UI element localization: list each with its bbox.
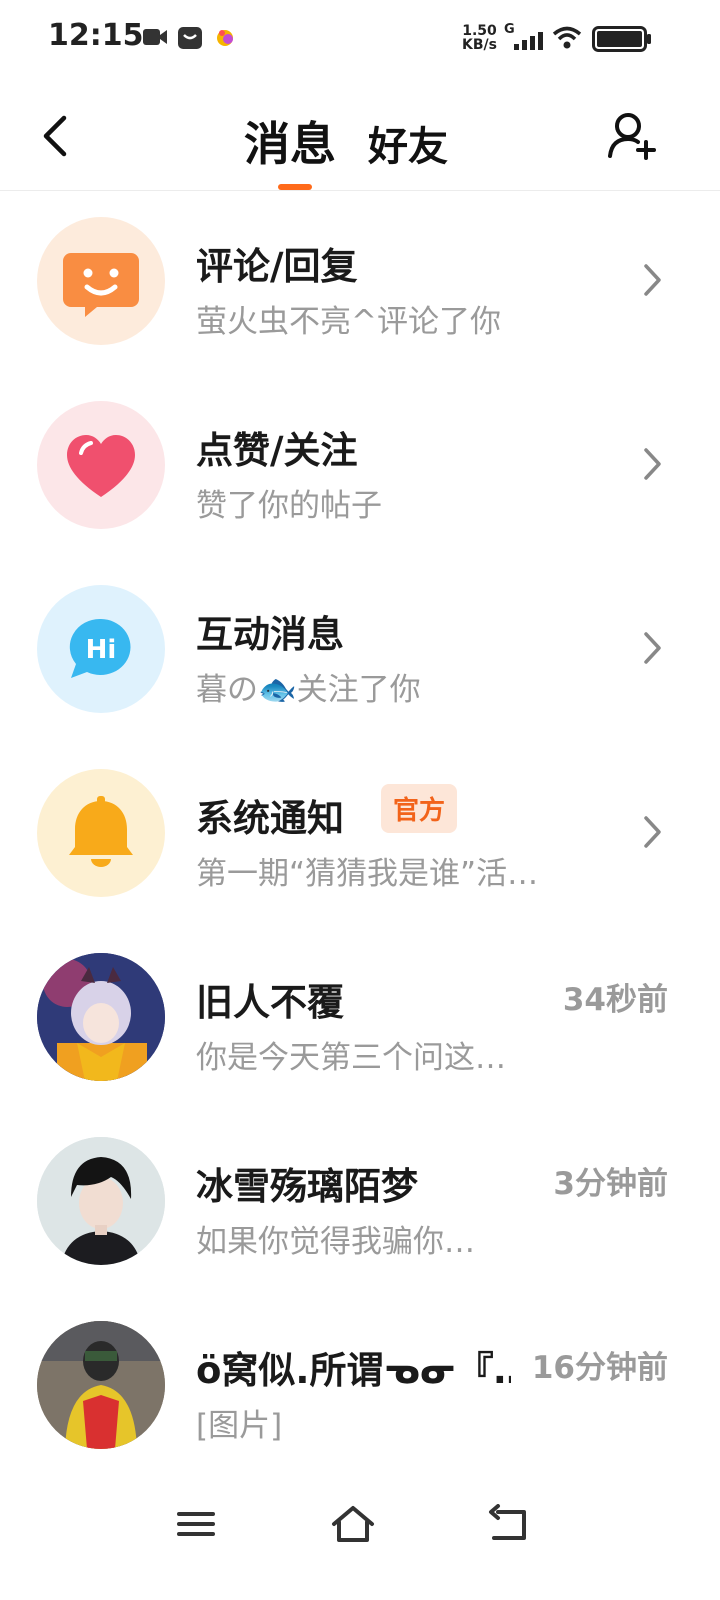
add-user-icon: [608, 113, 656, 160]
avatar[interactable]: [37, 1137, 165, 1265]
item-title: 互动消息: [196, 613, 344, 656]
notification-app-icon: [177, 26, 203, 54]
chevron-right-icon: [643, 630, 663, 670]
hi-bubble-icon: Hi: [69, 618, 131, 678]
menu-icon[interactable]: [176, 1504, 216, 1548]
comment-avatar: [37, 217, 165, 345]
comment-smile-icon: [63, 253, 139, 317]
item-subtitle: 赞了你的帖子: [196, 488, 382, 524]
back-icon[interactable]: [488, 1504, 532, 1548]
status-time: 12:15: [48, 18, 144, 53]
message-time: 3分钟前: [553, 1166, 668, 1202]
chevron-right-icon: [643, 814, 663, 854]
battery-icon: [592, 26, 652, 56]
item-title: 系统通知: [196, 797, 344, 840]
conversation-item[interactable]: ö窝似.所谓ᓀᓂ『… 16分钟前 [图片]: [0, 1294, 720, 1478]
item-subtitle: 第一期“猜猜我是谁”活…: [196, 856, 539, 892]
wifi-icon: [552, 26, 582, 54]
message-time: 16分钟前: [531, 1350, 668, 1386]
back-button[interactable]: [40, 114, 70, 162]
item-title: 评论/回复: [196, 245, 358, 288]
item-subtitle: 暮の🐟关注了你: [196, 672, 421, 708]
item-subtitle: 萤火虫不亮^评论了你: [196, 304, 501, 340]
net-speed: 1.50 KB/s: [462, 23, 497, 53]
contact-name: ö窝似.所谓ᓀᓂ『…: [196, 1349, 511, 1392]
status-bar: 12:15 1.50 KB/s G: [0, 0, 720, 80]
signal-icon: [514, 32, 544, 54]
contact-name: 旧人不覆: [196, 981, 344, 1024]
list-item-likes[interactable]: 点赞/关注 赞了你的帖子: [0, 374, 720, 558]
system-avatar: [37, 769, 165, 897]
app-icon: [214, 26, 236, 52]
tab-messages[interactable]: 消息: [244, 108, 336, 174]
message-time: 34秒前: [562, 982, 668, 1018]
message-preview: 如果你觉得我骗你…: [196, 1224, 475, 1260]
conversation-item[interactable]: 旧人不覆 34秒前 你是今天第三个问这…: [0, 926, 720, 1110]
likes-avatar: [37, 401, 165, 529]
avatar[interactable]: [37, 1321, 165, 1449]
list-item-system-notice[interactable]: 系统通知 官方 第一期“猜猜我是谁”活…: [0, 742, 720, 926]
add-friend-button[interactable]: [606, 110, 658, 166]
item-title: 点赞/关注: [196, 429, 358, 472]
message-preview: [图片]: [196, 1408, 283, 1444]
home-icon[interactable]: [330, 1504, 376, 1548]
list-item-comments[interactable]: 评论/回复 萤火虫不亮^评论了你: [0, 190, 720, 374]
contact-name: 冰雪殇璃陌梦: [196, 1165, 418, 1208]
avatar[interactable]: [37, 953, 165, 1081]
message-preview: 你是今天第三个问这…: [196, 1040, 506, 1076]
chevron-right-icon: [643, 262, 663, 302]
tab-friends[interactable]: 好友: [368, 114, 448, 172]
system-nav-bar: [0, 1480, 720, 1580]
svg-text:Hi: Hi: [86, 635, 117, 665]
official-badge: 官方: [381, 784, 458, 833]
conversation-item[interactable]: 冰雪殇璃陌梦 3分钟前 如果你觉得我骗你…: [0, 1110, 720, 1294]
list-item-interactions[interactable]: Hi 互动消息 暮の🐟关注了你: [0, 558, 720, 742]
video-icon: [142, 26, 168, 52]
bell-icon: [69, 796, 133, 867]
interactions-avatar: Hi: [37, 585, 165, 713]
chevron-right-icon: [643, 446, 663, 486]
heart-icon: [67, 435, 135, 497]
top-bar: 消息 好友: [0, 80, 720, 191]
